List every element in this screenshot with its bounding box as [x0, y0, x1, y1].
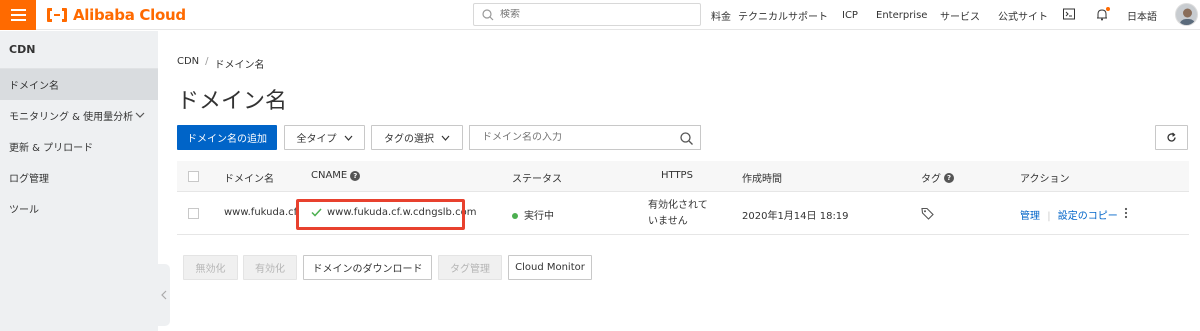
chevron-down-icon — [344, 135, 352, 141]
user-avatar[interactable] — [1175, 3, 1198, 26]
column-header-action: アクション — [1020, 174, 1070, 185]
breadcrumb-separator: / — [205, 56, 209, 67]
select-all-checkbox[interactable] — [188, 171, 199, 182]
nav-services[interactable]: サービス — [940, 0, 980, 30]
copy-config-link[interactable]: 設定のコピー — [1058, 211, 1118, 222]
sidebar-title: CDN — [9, 43, 36, 56]
nav-enterprise[interactable]: Enterprise — [876, 0, 927, 30]
https-status-line2: いません — [648, 216, 688, 227]
sidebar-item-label: 更新 & プリロード — [9, 143, 94, 154]
domain-name-cell: www.fukuda.cf — [224, 207, 298, 218]
chevron-left-icon — [161, 290, 167, 300]
tag-select-dropdown[interactable]: タグの選択 — [371, 125, 463, 150]
alibaba-cloud-logo[interactable]: Alibaba Cloud — [46, 6, 186, 24]
column-header-label: タグ — [921, 174, 941, 185]
status-text: 実行中 — [524, 211, 554, 222]
search-icon[interactable] — [680, 132, 693, 145]
type-filter-label: 全タイプ — [296, 134, 337, 145]
domain-search-box[interactable] — [469, 125, 701, 150]
column-header-domain: ドメイン名 — [224, 174, 274, 185]
nav-icp[interactable]: ICP — [842, 0, 858, 30]
sidebar: CDN ドメイン名 モニタリング & 使用量分析 更新 & プリロード ログ管理… — [0, 31, 158, 331]
row-checkbox[interactable] — [188, 208, 199, 219]
tag-select-label: タグの選択 — [384, 134, 434, 145]
terminal-icon[interactable] — [1063, 8, 1075, 20]
refresh-icon — [1167, 132, 1176, 142]
enable-button[interactable]: 有効化 — [243, 255, 297, 280]
nav-technical-support[interactable]: テクニカルサポート — [738, 0, 828, 30]
https-cell: 有効化されて いません — [648, 198, 708, 230]
domain-search-input[interactable] — [482, 132, 672, 143]
table-header: ドメイン名 CNAME ? ステータス HTTPS 作成時間 タグ ? アクショ… — [177, 161, 1189, 192]
chevron-down-icon — [135, 112, 145, 118]
sidebar-item-domain-names[interactable]: ドメイン名 — [0, 69, 158, 100]
add-domain-button[interactable]: ドメイン名の追加 — [177, 125, 277, 150]
logo-text: Alibaba Cloud — [73, 6, 186, 24]
disable-button[interactable]: 無効化 — [183, 255, 238, 280]
notification-bell[interactable] — [1096, 7, 1110, 21]
https-status-line1: 有効化されて — [648, 200, 708, 211]
sidebar-item-label: ツール — [9, 205, 39, 216]
cname-highlight-box — [296, 199, 465, 230]
sidebar-item-label: ドメイン名 — [9, 81, 59, 92]
page-title: ドメイン名 — [177, 89, 288, 114]
nav-official-site[interactable]: 公式サイト — [998, 0, 1048, 30]
more-options-icon[interactable] — [1124, 207, 1128, 219]
sidebar-item-refresh-preload[interactable]: 更新 & プリロード — [0, 131, 158, 162]
search-icon — [482, 8, 494, 20]
refresh-button[interactable] — [1155, 125, 1188, 150]
language-selector[interactable]: 日本語 — [1127, 0, 1157, 30]
column-header-tag: タグ ? — [921, 170, 954, 185]
column-header-created: 作成時間 — [742, 174, 782, 185]
column-header-https: HTTPS — [661, 170, 693, 181]
tag-icon[interactable] — [921, 207, 934, 220]
breadcrumb: CDN / ドメイン名 — [177, 56, 265, 71]
chevron-down-icon — [441, 135, 450, 141]
hamburger-menu-button[interactable] — [0, 0, 36, 30]
type-filter-dropdown[interactable]: 全タイプ — [284, 125, 365, 150]
breadcrumb-current: ドメイン名 — [214, 60, 265, 71]
top-navigation-bar: Alibaba Cloud 料金 テクニカルサポート ICP Enterpris… — [0, 0, 1200, 30]
sidebar-item-tools[interactable]: ツール — [0, 193, 158, 224]
sidebar-collapse-handle[interactable] — [158, 264, 170, 326]
cloud-monitor-button[interactable]: Cloud Monitor — [508, 255, 592, 280]
sidebar-item-label: ログ管理 — [9, 174, 49, 185]
actions-cell: 管理 | 設定のコピー — [1020, 207, 1118, 222]
column-header-cname: CNAME ? — [311, 170, 361, 181]
help-icon[interactable]: ? — [350, 170, 361, 181]
action-divider: | — [1047, 211, 1051, 222]
status-running-dot — [512, 213, 518, 219]
manage-link[interactable]: 管理 — [1020, 211, 1040, 222]
global-search-input[interactable] — [500, 9, 680, 20]
global-search-box[interactable] — [473, 3, 701, 26]
sidebar-item-log-management[interactable]: ログ管理 — [0, 162, 158, 193]
breadcrumb-root[interactable]: CDN — [177, 56, 199, 71]
created-time-cell: 2020年1月14日 18:19 — [742, 211, 849, 222]
column-header-label: CNAME — [311, 170, 348, 181]
nav-pricing[interactable]: 料金 — [711, 0, 731, 30]
download-domains-button[interactable]: ドメインのダウンロード — [303, 255, 432, 280]
alibaba-cloud-logo-icon — [46, 7, 68, 23]
tag-manage-button[interactable]: タグ管理 — [438, 255, 502, 280]
sidebar-item-label: モニタリング & 使用量分析 — [9, 112, 134, 123]
status-cell: 実行中 — [512, 207, 554, 222]
notification-dot — [1106, 7, 1110, 11]
help-icon[interactable]: ? — [944, 172, 954, 183]
column-header-status: ステータス — [512, 174, 562, 185]
sidebar-item-monitoring[interactable]: モニタリング & 使用量分析 — [0, 100, 158, 131]
